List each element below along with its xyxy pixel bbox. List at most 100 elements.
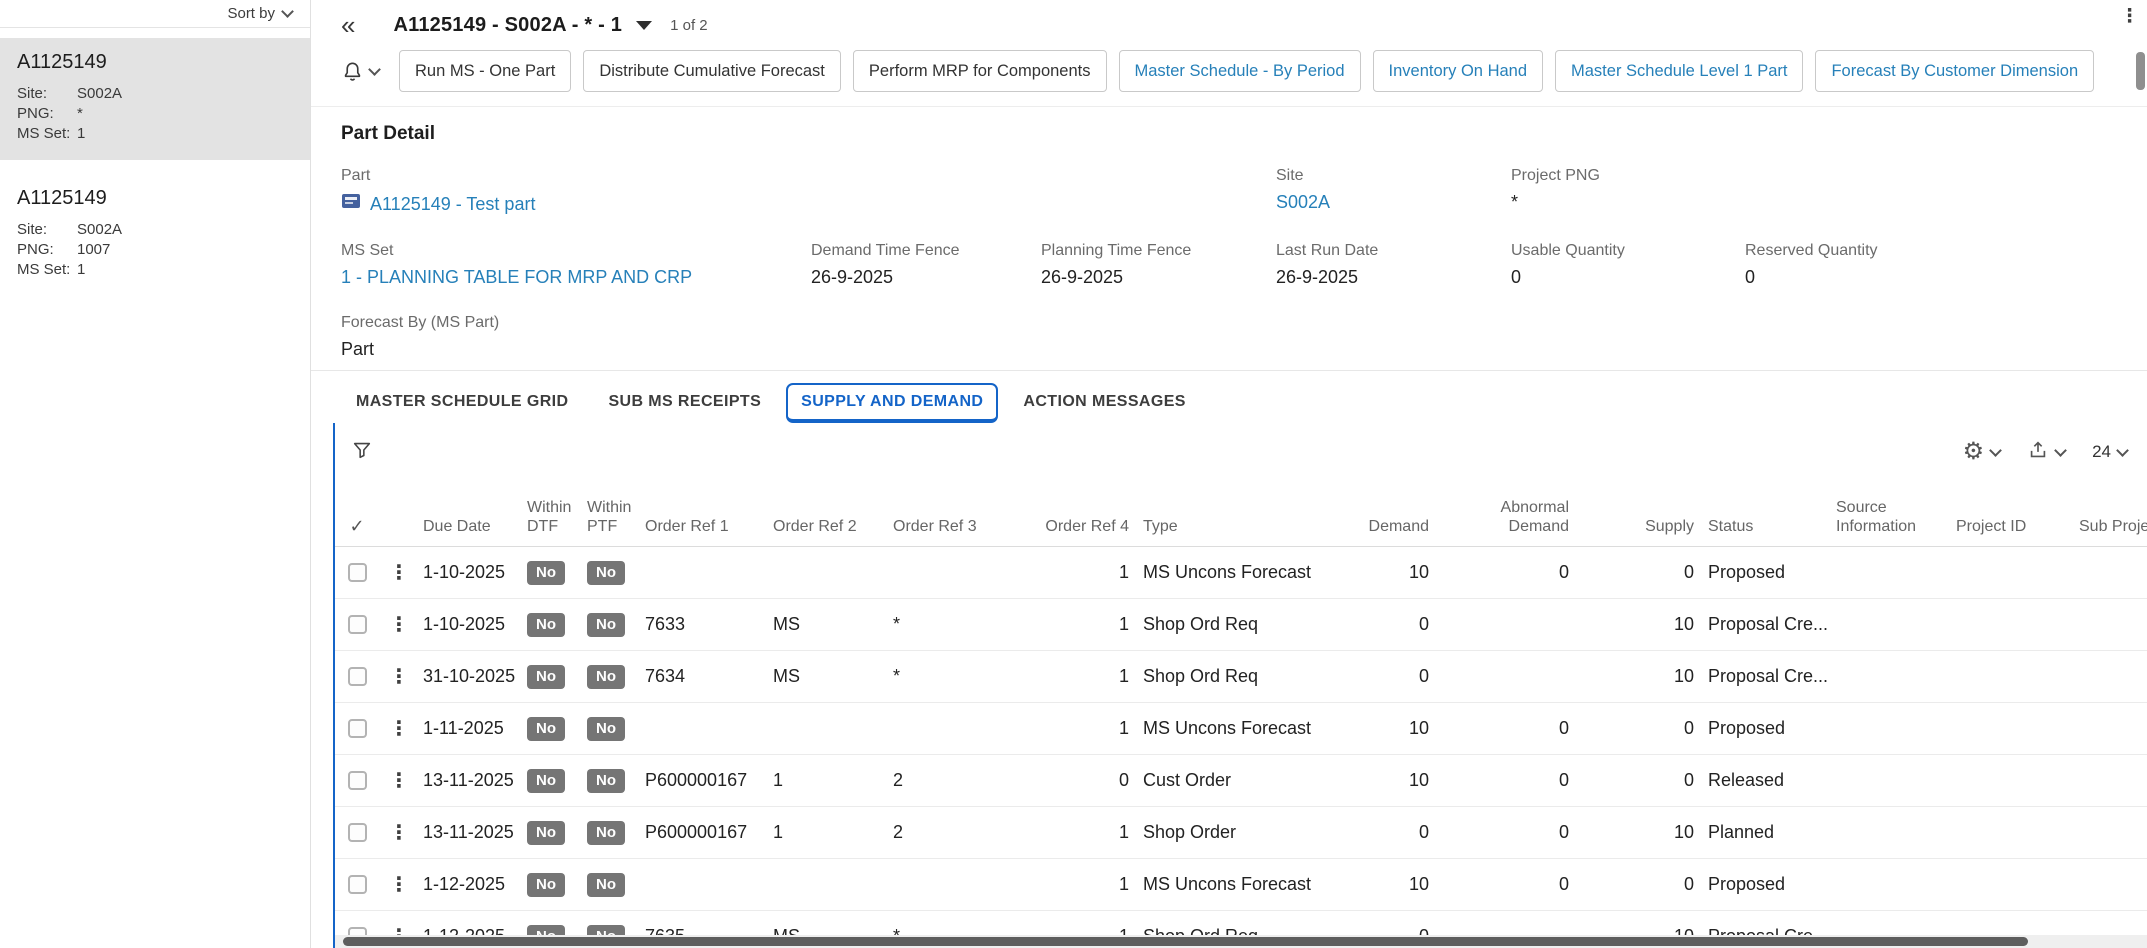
window-kebab-icon[interactable]: ⋮ [2120,5,2139,28]
horizontal-scrollbar-thumb[interactable] [343,937,2029,946]
cell-order_ref_3: 2 [893,822,904,842]
action-button[interactable]: Run MS - One Part [399,50,572,92]
card-field: Site: S002A [17,221,123,238]
row-kebab-icon[interactable]: ⋮ [389,560,409,585]
cell-supply: 10 [1673,614,1694,634]
main-content: « A1125149 - S002A - * - 1 1 of 2 Run MS… [311,0,2147,948]
col-header-order_ref_2[interactable]: Order Ref 2 [773,517,893,536]
col-header-within_ptf[interactable]: Within PTF [587,498,645,536]
row-checkbox[interactable] [347,667,367,686]
sidebar-part-card[interactable]: A1125149 Site: S002A PNG: * MS Set: 1 [0,38,310,160]
table-row[interactable]: ⋮ 13-11-2025 No No P600000167 1 2 1 Shop Order 0 0… [335,807,2147,859]
field-label: Reserved Quantity [1745,242,1878,259]
col-header-supply[interactable]: Supply [1583,517,1708,536]
table-row[interactable]: ⋮ 31-10-2025 No No 7634 MS * 1 Shop Ord Req 0 10 Pr… [335,651,2147,703]
tab-master-schedule-grid[interactable]: MASTER SCHEDULE GRID [341,383,583,423]
part-link[interactable]: A1125149 - Test part [370,193,535,215]
row-checkbox[interactable] [347,563,367,582]
cell-status: Planned [1708,822,1775,842]
row-checkbox[interactable] [347,615,367,634]
row-kebab-icon[interactable]: ⋮ [389,716,409,741]
col-header-source_information[interactable]: Source Information [1836,498,1956,536]
col-header-order_ref_4[interactable]: Order Ref 4 [1013,517,1143,536]
related-link-button[interactable]: Inventory On Hand [1372,50,1544,92]
cell-order_ref_4: 1 [1118,614,1129,634]
vertical-scrollbar-thumb[interactable] [2136,52,2145,90]
col-header-abnormal_demand[interactable]: Abnormal Demand [1443,498,1583,536]
table-row[interactable]: ⋮ 1-12-2025 No No 1 MS Uncons Forecast 10 0 0 Pro… [335,859,2147,911]
cell-demand: 0 [1418,614,1429,634]
section-title: Part Detail [341,123,435,144]
horizontal-scrollbar[interactable] [335,935,2147,948]
filter-icon[interactable] [351,439,373,466]
tab-action-messages[interactable]: ACTION MESSAGES [1008,383,1200,423]
annotated-value: Shop Order [1143,822,1237,842]
ms-set-link[interactable]: 1 - PLANNING TABLE FOR MRP AND CRP [341,267,692,287]
col-header-project_id[interactable]: Project ID [1956,517,2079,536]
row-checkbox[interactable] [347,771,367,790]
row-checkbox[interactable] [347,823,367,842]
row-checkbox[interactable] [347,875,367,894]
cell-menu: ⋮ [379,716,419,741]
cell-type: MS Uncons Forecast [1143,718,1312,738]
table-row[interactable]: ⋮ 13-11-2025 No No P600000167 1 2 0 Cust Order 10… [335,755,2147,807]
col-header-order_ref_1[interactable]: Order Ref 1 [645,517,773,536]
grid-toolbar: ⚙ 24 [335,423,2147,475]
field-value: * [1511,192,1519,212]
col-header-order_ref_3[interactable]: Order Ref 3 [893,517,1013,536]
row-kebab-icon[interactable]: ⋮ [389,612,409,637]
flag-chip: No [587,872,625,897]
table-row[interactable]: ⋮ 1-10-2025 No No 7633 MS * 1 Shop Ord Req 0 10 Pro… [335,599,2147,651]
site-link[interactable]: S002A [1276,192,1330,212]
row-kebab-icon[interactable]: ⋮ [389,872,409,897]
cell-type: Shop Order [1143,822,1338,843]
tab-supply-and-demand[interactable]: SUPPLY AND DEMAND [786,383,999,423]
notifications-control[interactable] [341,60,381,83]
cell-status: Proposed [1708,718,1786,738]
col-header-due_date[interactable]: Due Date [419,517,527,536]
flag-chip: No [587,612,625,637]
title-dropdown-icon[interactable] [636,20,653,30]
card-field: PNG: 1007 [17,241,111,258]
related-link-button[interactable]: Master Schedule Level 1 Part [1555,50,1804,92]
table-row[interactable]: ⋮ 1-10-2025 No No 1 MS Uncons Forecast 10 0 0 Pro… [335,547,2147,599]
action-button[interactable]: Perform MRP for Components [852,50,1107,92]
tab-sub-ms-receipts[interactable]: SUB MS RECEIPTS [593,383,776,423]
field-value: 26-9-2025 [1276,267,1359,287]
grid-settings-control[interactable]: ⚙ [1963,440,2002,464]
cell-demand: 0 [1418,666,1429,686]
row-kebab-icon[interactable]: ⋮ [389,664,409,689]
select-all-header[interactable]: ✓ [335,517,379,536]
cell-select [335,563,379,582]
cell-order_ref_1: 7633 [645,614,686,634]
col-header-type[interactable]: Type [1143,517,1338,536]
row-checkbox[interactable] [347,719,367,738]
col-header-sub_project[interactable]: Sub Proje [2079,517,2147,536]
cell-due_date: 1-10-2025 [423,562,506,582]
cell-order_ref_2: MS [773,666,800,686]
table-header-row: ✓ Due Date Within DTF Within PTF Order Ref 1… [335,475,2147,547]
col-header-status[interactable]: Status [1708,517,1836,536]
related-link-button[interactable]: Forecast By Customer Dimension [1815,50,2095,92]
cell-menu: ⋮ [379,820,419,845]
sort-by-control[interactable]: Sort by [0,0,310,28]
field-label: Site [1276,167,1304,184]
field-last-run-date: Last Run Date 26-9-2025 [1276,242,1511,288]
row-kebab-icon[interactable]: ⋮ [389,820,409,845]
action-button[interactable]: Distribute Cumulative Forecast [583,50,841,92]
cell-menu: ⋮ [379,872,419,897]
col-header-demand[interactable]: Demand [1338,517,1443,536]
sidebar-part-card[interactable]: A1125149 Site: S002A PNG: 1007 MS Set: 1 [0,174,310,296]
related-link-button[interactable]: Master Schedule - By Period [1118,50,1361,92]
cell-select [335,667,379,686]
page-size-control[interactable]: 24 [2092,442,2129,462]
row-kebab-icon[interactable]: ⋮ [389,768,409,793]
flag-chip: No [587,560,625,585]
flag-chip: No [527,716,565,741]
cell-order_ref_3: 2 [893,770,904,790]
export-control[interactable] [2027,439,2067,466]
table-row[interactable]: ⋮ 1-11-2025 No No 1 MS Uncons Forecast 10 0 0 Pro… [335,703,2147,755]
collapse-panel-icon[interactable]: « [341,12,355,38]
col-header-within_dtf[interactable]: Within DTF [527,498,587,536]
field-label: Project PNG [1511,167,1600,184]
